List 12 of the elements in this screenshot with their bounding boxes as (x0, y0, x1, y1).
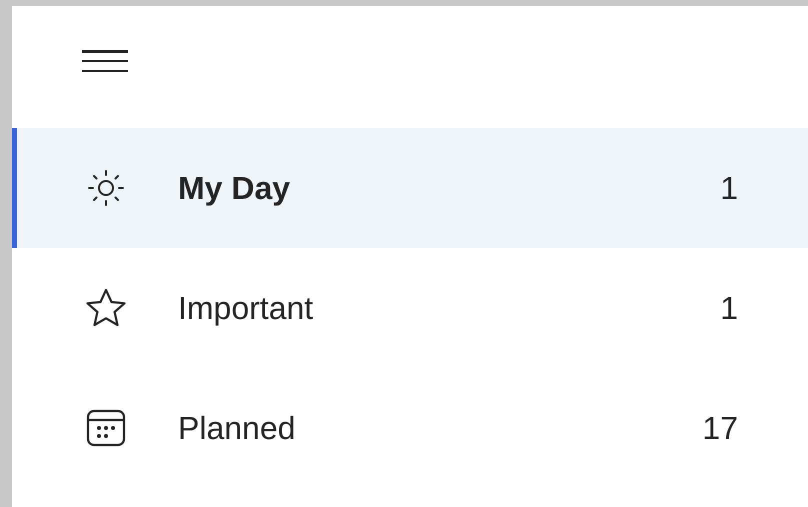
nav-label: My Day (178, 169, 290, 208)
nav-label: Important (178, 289, 314, 328)
sun-icon (86, 168, 126, 208)
nav-item[interactable]: My Day 1 (12, 128, 808, 248)
nav-label: Planned (178, 409, 296, 448)
item-count: 17 (702, 409, 738, 448)
nav-item[interactable]: Important 1 (12, 248, 808, 368)
item-count: 1 (720, 169, 738, 208)
nav-item[interactable]: Planned 17 (12, 368, 808, 488)
star-icon (84, 287, 128, 329)
item-count: 1 (720, 289, 738, 328)
calendar-icon (86, 409, 126, 447)
